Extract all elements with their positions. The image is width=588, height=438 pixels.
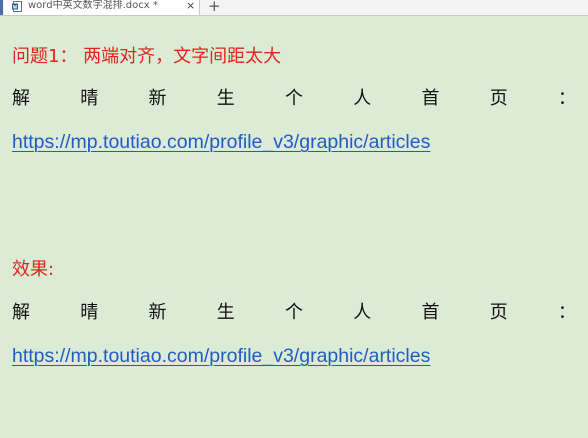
tab-bar: word中英文数字混排.docx * × +: [0, 0, 588, 16]
char-7: 首: [421, 302, 440, 323]
char-4: 生: [216, 302, 235, 323]
char-3: 新: [148, 88, 167, 109]
problem-heading: 问题1： 两端对齐，文字间距太大: [12, 46, 282, 67]
char-9: ：: [558, 302, 576, 323]
word-document-icon: [12, 1, 22, 12]
new-tab-button[interactable]: +: [208, 0, 221, 14]
char-1: 解: [12, 302, 30, 323]
char-5: 个: [285, 88, 303, 109]
char-5: 个: [285, 302, 303, 323]
char-6: 人: [353, 88, 372, 109]
char-8: 页: [489, 302, 508, 323]
char-9: ：: [558, 88, 576, 109]
char-2: 晴: [80, 302, 99, 323]
char-7: 首: [421, 88, 440, 109]
char-1: 解: [12, 88, 30, 109]
justified-text-row-2: 解 晴 新 生 个 人 首 页 ：: [12, 302, 576, 324]
effect-heading: 效果:: [12, 259, 55, 280]
char-3: 新: [148, 302, 167, 323]
tab-bar-edge: [0, 0, 3, 15]
char-2: 晴: [80, 88, 99, 109]
char-4: 生: [216, 88, 235, 109]
document-tab-title: word中英文数字混排.docx *: [28, 0, 158, 11]
tab-close-button[interactable]: ×: [186, 0, 195, 12]
char-6: 人: [353, 302, 372, 323]
justified-text-row-1: 解 晴 新 生 个 人 首 页 ：: [12, 88, 576, 110]
url-link-1[interactable]: https://mp.toutiao.com/profile_v3/graphi…: [12, 131, 430, 153]
url-link-2[interactable]: https://mp.toutiao.com/profile_v3/graphi…: [12, 345, 430, 367]
document-tab[interactable]: word中英文数字混排.docx * ×: [4, 0, 200, 15]
char-8: 页: [489, 88, 508, 109]
